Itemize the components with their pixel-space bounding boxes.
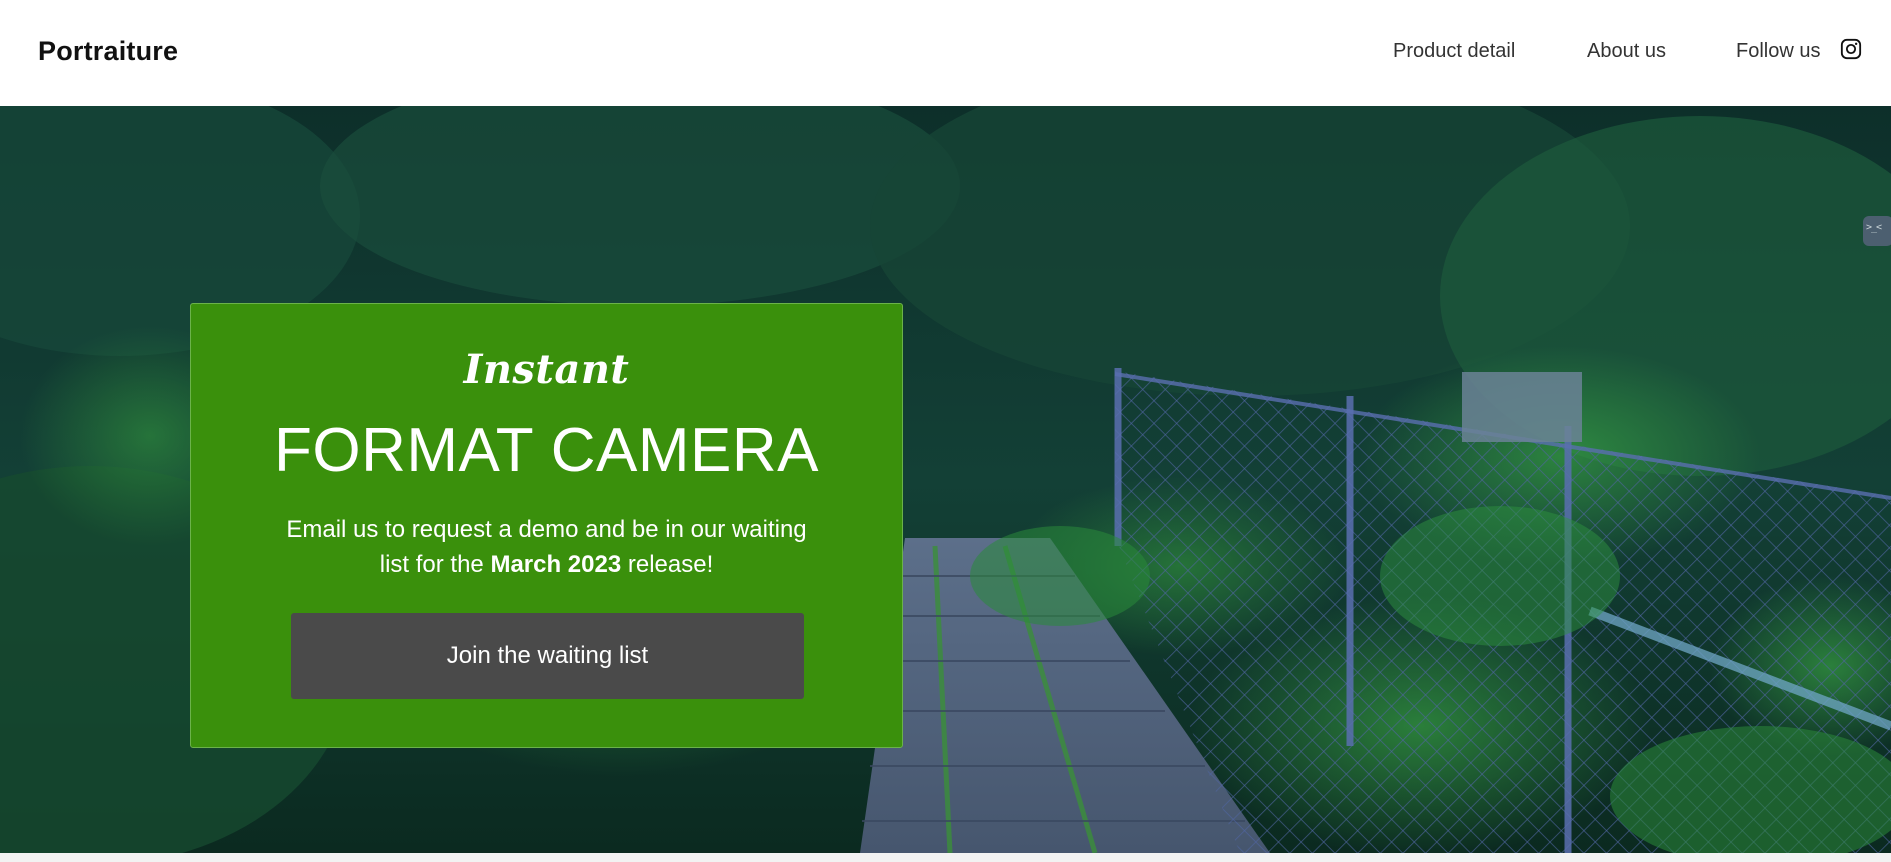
- promo-title: FORMAT CAMERA: [273, 416, 819, 485]
- logo[interactable]: Portraiture: [38, 36, 178, 67]
- site-header: Portraiture Product detail About us Foll…: [0, 0, 1891, 106]
- promo-card: Instant FORMAT CAMERA Email us to reques…: [190, 303, 903, 748]
- release-date: March 2023: [490, 551, 622, 578]
- join-waiting-list-button[interactable]: Join the waiting list: [291, 613, 804, 699]
- hero-section: >_< Instant FORMAT CAMERA Email us to re…: [0, 106, 1891, 853]
- nav-follow-us[interactable]: Follow us: [1736, 40, 1820, 63]
- devtools-side-tab[interactable]: >_<: [1863, 216, 1891, 246]
- promo-eyebrow: Instant: [463, 346, 630, 393]
- instagram-icon[interactable]: [1840, 38, 1862, 60]
- nav-product-detail[interactable]: Product detail: [1393, 40, 1515, 63]
- nav-about-us[interactable]: About us: [1587, 40, 1666, 63]
- devtools-icon: >_<: [1866, 222, 1882, 233]
- promo-text-after: release!: [621, 551, 714, 578]
- promo-description: Email us to request a demo and be in our…: [271, 512, 822, 582]
